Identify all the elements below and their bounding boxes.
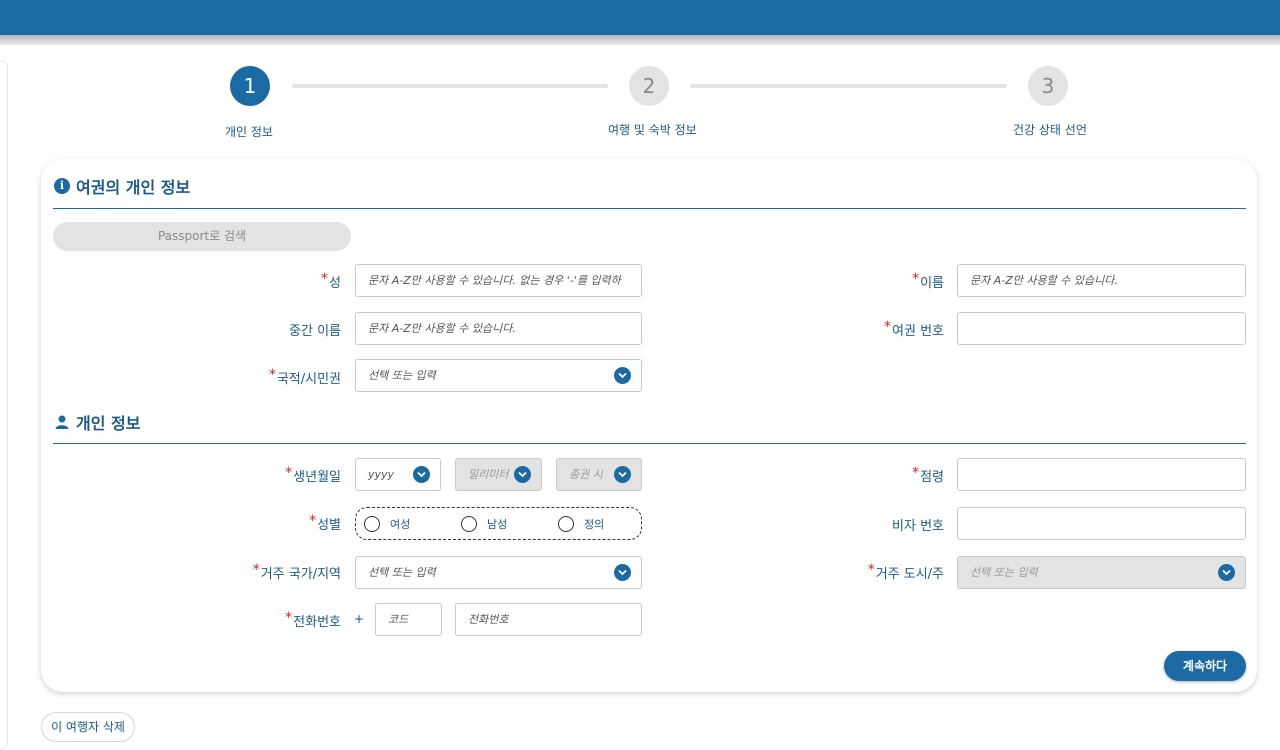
gender-option-undefined[interactable]: 정의: [558, 516, 604, 532]
step-connector-2: [690, 84, 1007, 88]
chevron-down-icon[interactable]: [614, 466, 631, 483]
required-asterisk: *: [285, 465, 293, 481]
top-header-bar: [0, 0, 1280, 35]
required-asterisk: *: [912, 271, 920, 287]
step-2-circle: 2: [629, 66, 669, 106]
given-name-input[interactable]: 문자 A-Z만 사용할 수 있습니다.: [957, 264, 1246, 297]
step-3-label: 건강 상태 선언: [1013, 123, 1087, 137]
radio-circle[interactable]: [461, 516, 477, 532]
surname-input[interactable]: 문자 A-Z만 사용할 수 있습니다. 없는 경우 '-'를 입력하: [355, 264, 642, 297]
residence-country-select[interactable]: 선택 또는 입력: [355, 556, 642, 589]
step-2-label: 여행 및 숙박 정보: [608, 123, 697, 137]
residence-country-label: *거주 국가/지역: [252, 562, 341, 582]
phone-number-input[interactable]: 전화번호: [455, 603, 642, 636]
required-asterisk: *: [867, 562, 875, 578]
gender-option-male[interactable]: 남성: [461, 516, 507, 532]
occupation-input[interactable]: [957, 458, 1246, 491]
required-asterisk: *: [884, 319, 892, 335]
passport-number-input[interactable]: [957, 312, 1246, 345]
phone-label: *전화번호: [285, 610, 341, 630]
radio-circle[interactable]: [364, 516, 380, 532]
given-name-label: *이름: [912, 271, 944, 291]
step-1-circle: 1: [230, 66, 270, 106]
required-asterisk: *: [321, 271, 329, 287]
step-3-circle: 3: [1028, 66, 1068, 106]
dob-day-select[interactable]: 종권 시: [556, 458, 642, 491]
info-icon: i: [54, 178, 70, 194]
side-panel-edge: [0, 60, 8, 750]
chevron-down-icon[interactable]: [614, 367, 631, 384]
required-asterisk: *: [285, 610, 293, 626]
personal-section-header: 개인 정보: [54, 410, 140, 434]
required-asterisk: *: [252, 562, 260, 578]
visa-number-input[interactable]: [957, 507, 1246, 540]
visa-number-label: 비자 번호: [892, 519, 944, 534]
delete-traveler-button[interactable]: 이 여행자 삭제: [41, 712, 135, 742]
passport-search-button[interactable]: Passport로 검색: [53, 222, 351, 251]
header-shadow: [0, 35, 1280, 45]
phone-code-input[interactable]: 코드: [375, 603, 442, 636]
gender-radio-group: 여성 남성 정의: [355, 507, 642, 540]
dob-day-text: 종권 시: [569, 468, 603, 481]
nationality-label: *국적/시민권: [268, 367, 341, 387]
phone-prefix-plus: +: [354, 612, 365, 626]
step-1-label: 개인 정보: [225, 125, 273, 139]
dob-year-select[interactable]: yyyy: [355, 458, 441, 491]
passport-section-title: 여권의 개인 정보: [76, 178, 191, 197]
nationality-select-text: 선택 또는 입력: [368, 369, 436, 382]
chevron-down-icon[interactable]: [413, 466, 430, 483]
residence-city-select[interactable]: 선택 또는 입력: [957, 556, 1246, 589]
dob-month-text: 밀리미터: [468, 468, 509, 481]
section-divider: [53, 208, 1246, 209]
middle-name-input[interactable]: 문자 A-Z만 사용할 수 있습니다.: [355, 312, 642, 345]
required-asterisk: *: [268, 367, 276, 383]
residence-city-text: 선택 또는 입력: [970, 566, 1038, 579]
radio-circle[interactable]: [558, 516, 574, 532]
personal-section-title: 개인 정보: [76, 414, 141, 433]
gender-option-female[interactable]: 여성: [364, 516, 410, 532]
person-icon: [55, 415, 69, 429]
dob-year-text: yyyy: [368, 468, 395, 481]
dob-label: *생년월일: [285, 465, 341, 485]
continue-button[interactable]: 계속하다: [1164, 651, 1246, 681]
required-asterisk: *: [912, 465, 920, 481]
surname-label: *성: [321, 271, 341, 291]
dob-month-select[interactable]: 밀리미터: [455, 458, 542, 491]
middle-name-label: 중간 이름: [289, 324, 341, 339]
chevron-down-icon[interactable]: [1218, 564, 1235, 581]
section-divider: [53, 443, 1246, 444]
passport-section-header: i 여권의 개인 정보: [54, 174, 190, 198]
gender-label: *성별: [309, 513, 341, 533]
residence-city-label: *거주 도시/주: [867, 562, 944, 582]
chevron-down-icon[interactable]: [514, 466, 531, 483]
step-connector-1: [292, 84, 608, 88]
nationality-select[interactable]: 선택 또는 입력: [355, 359, 642, 392]
occupation-label: *점령: [912, 465, 944, 485]
required-asterisk: *: [309, 513, 317, 529]
residence-country-text: 선택 또는 입력: [368, 566, 436, 579]
passport-number-label: *여권 번호: [884, 319, 944, 339]
chevron-down-icon[interactable]: [614, 564, 631, 581]
